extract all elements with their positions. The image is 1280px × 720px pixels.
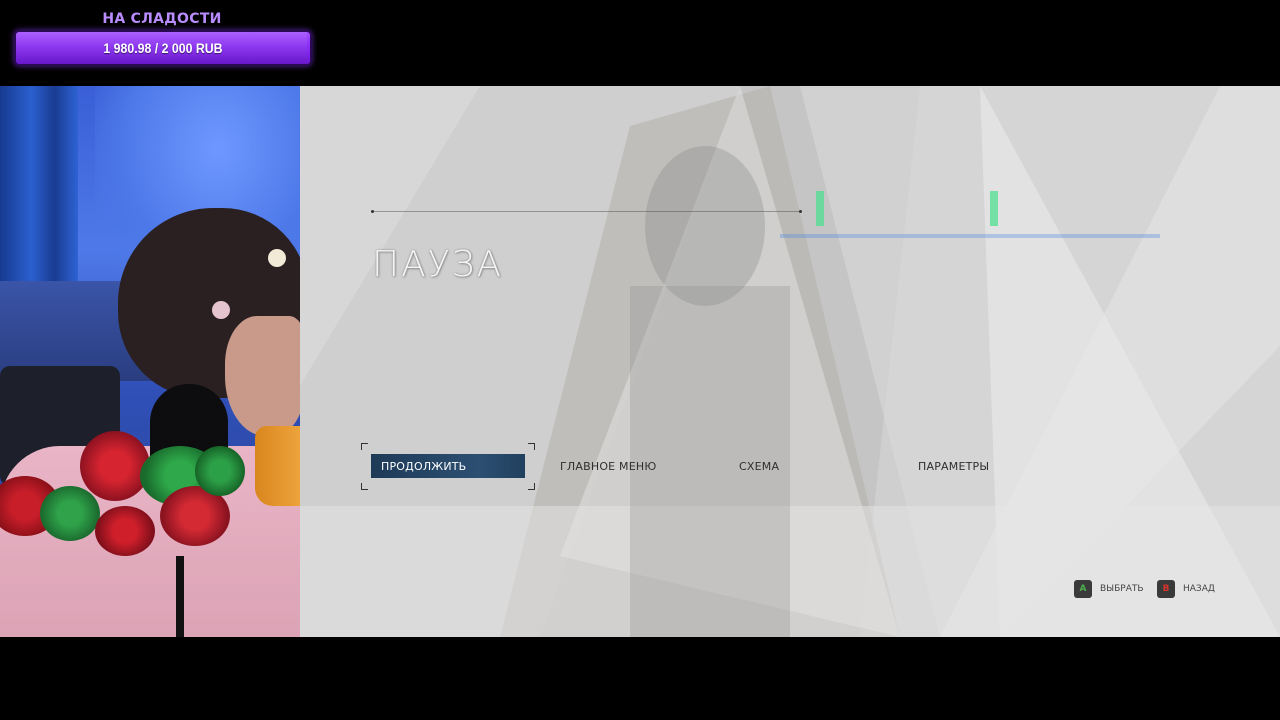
goal-title: НА СЛАДОСТИ bbox=[102, 11, 222, 27]
title-divider bbox=[372, 211, 800, 212]
a-button-icon: A bbox=[1074, 580, 1092, 598]
divider-dot-left bbox=[371, 210, 374, 213]
donation-goal-widget: НА СЛАДОСТИ 1 980.98 / 2 000 RUB bbox=[14, 8, 312, 66]
b-button-icon: B bbox=[1157, 580, 1175, 598]
goal-amount: 1 980.98 / 2 000 RUB bbox=[103, 40, 223, 56]
background-shapes bbox=[300, 86, 1280, 637]
selection-bracket-bl bbox=[361, 483, 368, 490]
menu-continue-button[interactable]: ПРОДОЛЖИТЬ bbox=[371, 454, 525, 478]
selection-bracket-tl bbox=[361, 443, 368, 450]
hint-select-label: ВЫБРАТЬ bbox=[1100, 584, 1144, 594]
selection-bracket-tr bbox=[528, 443, 535, 450]
hint-back-label: НАЗАД bbox=[1183, 584, 1215, 594]
menu-main-menu-button[interactable]: ГЛАВНОЕ МЕНЮ bbox=[550, 454, 700, 478]
pause-title: ПАУЗА bbox=[372, 244, 504, 285]
webcam-feed bbox=[0, 86, 300, 637]
hint-back: B НАЗАД bbox=[1157, 580, 1215, 598]
goal-progress-bar: 1 980.98 / 2 000 RUB bbox=[14, 30, 312, 66]
divider-dot-right bbox=[799, 210, 802, 213]
selection-bracket-br bbox=[528, 483, 535, 490]
menu-scheme-button[interactable]: СХЕМА bbox=[729, 454, 879, 478]
menu-settings-button[interactable]: ПАРАМЕТРЫ bbox=[908, 454, 1058, 478]
game-screen bbox=[300, 86, 1280, 637]
hint-select: A ВЫБРАТЬ bbox=[1074, 580, 1144, 598]
